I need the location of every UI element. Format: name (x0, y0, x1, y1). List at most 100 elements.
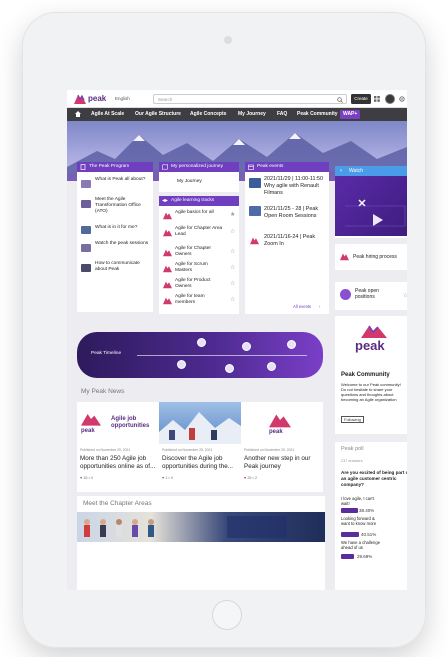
timeline-milestone[interactable] (242, 342, 251, 351)
star-outline-icon[interactable]: ☆ (230, 249, 235, 255)
peak-mark-icon (163, 281, 172, 289)
star-outline-icon[interactable]: ☆ (230, 297, 235, 303)
timeline-milestone[interactable] (225, 364, 234, 373)
star-outline-icon[interactable]: ☆ (230, 229, 235, 235)
community-logo-text: peak (355, 338, 385, 353)
news-card-2[interactable]: Published on November 25, 2021 Discover … (159, 402, 241, 492)
star-outline-icon[interactable]: ☆ (403, 293, 407, 299)
camera-dot (224, 36, 232, 44)
news-3-logo-text: peak (269, 429, 283, 435)
peak-program-header: The Peak Program (77, 162, 153, 172)
peak-program-panel: The Peak Program What is Peak all about?… (77, 162, 153, 312)
news-1-logo-text: peak (81, 428, 95, 434)
language-selector[interactable]: English (115, 96, 130, 101)
program-item-1[interactable]: What is Peak all about? (95, 177, 151, 183)
news-card-1[interactable]: peak Agile job opportunities Published o… (77, 402, 159, 492)
open-positions-link[interactable]: Peak open positions (355, 288, 399, 300)
poll-question: Are you excited of being part of an agil… (341, 470, 407, 487)
nav-item-agile-at-scale[interactable]: Agile At Scale (91, 111, 124, 117)
event-thumb-icon (249, 178, 261, 188)
news-3-title[interactable]: Another new step in our Peak journey (244, 455, 322, 470)
wap-badge[interactable]: WAP+ (340, 110, 361, 119)
journey-title: My personalized journey (171, 164, 223, 169)
gear-icon[interactable] (399, 96, 405, 102)
home-button[interactable] (212, 600, 242, 630)
video-player[interactable] (335, 176, 407, 236)
timeline-milestone[interactable] (197, 338, 206, 347)
star-outline-icon[interactable]: ☆ (230, 281, 235, 287)
poll-option-2[interactable]: Looking forward & want to know more (341, 516, 381, 526)
event-item-3[interactable]: 2021/11/16-24 | Peak Zoom In (264, 234, 327, 248)
community-description: Welcome to our Peak community! Do not he… (341, 382, 401, 402)
program-thumb-icon (81, 226, 91, 234)
program-thumb-icon (81, 244, 91, 252)
news-1-tagline: Agile job opportunities (111, 416, 150, 429)
track-item-1[interactable]: Agile basics for all (175, 210, 225, 216)
peak-logo-icon[interactable] (74, 93, 86, 105)
graduation-icon (162, 199, 168, 202)
chapter-areas-image[interactable] (77, 512, 325, 542)
nav-item-agile-concepts[interactable]: Agile Concepts (190, 111, 226, 117)
nav-item-faq[interactable]: FAQ (277, 111, 287, 117)
chevron-right-icon[interactable]: › (319, 304, 320, 310)
peak-mark-icon (163, 297, 172, 305)
poll-card: Peak poll 237 answers Are you excited of… (335, 442, 407, 590)
learning-tracks-panel: Agile learning tracks Agile basics for a… (159, 196, 239, 314)
play-icon (373, 214, 383, 226)
program-item-5[interactable]: How to communicate about Peak (95, 261, 151, 273)
program-item-2[interactable]: Meet the Agile Transformation Office (AT… (95, 197, 151, 215)
open-positions-card[interactable]: Peak open positions ☆ (335, 282, 407, 310)
search-icon[interactable] (337, 96, 343, 103)
track-item-3[interactable]: Agile for Chapter Owners (175, 246, 225, 258)
home-icon[interactable] (75, 111, 81, 117)
news-1-title[interactable]: More than 250 Agile job opportunities on… (80, 455, 158, 470)
hiring-link[interactable]: Peak hiring process (353, 254, 397, 260)
event-item-2[interactable]: 2021/11/25 - 28 | Peak Open Room Session… (264, 206, 327, 220)
chapter-areas-panel: Meet the Chapter Areas (77, 496, 325, 590)
watch-title: Watch (349, 168, 363, 174)
track-item-2[interactable]: Agile for Chapter Area Lead (175, 226, 225, 238)
community-title: Peak Community (341, 372, 390, 378)
program-item-3[interactable]: What is in it for me? (95, 225, 151, 231)
poll-bar-1 (341, 508, 358, 513)
event-item-1[interactable]: 2021/11/29 | 11:00-11:50 Why agile with … (264, 176, 327, 197)
watch-header: › Watch (335, 166, 407, 176)
timeline-milestone[interactable] (287, 340, 296, 349)
hiring-card[interactable]: Peak hiring process (335, 244, 407, 270)
my-journey-link[interactable]: My Journey (177, 179, 202, 185)
timeline-milestone[interactable] (267, 362, 276, 371)
nav-item-agile-structure[interactable]: Our Agile Structure (135, 111, 181, 117)
track-item-6[interactable]: Agile for team members (175, 294, 225, 306)
poll-pct-3: 29.69% (357, 554, 373, 559)
news-2-title[interactable]: Discover the Agile job opportunities dur… (162, 455, 240, 470)
grid-icon[interactable] (374, 96, 380, 102)
user-avatar[interactable] (385, 94, 395, 104)
star-outline-icon[interactable]: ☆ (230, 265, 235, 271)
screen: peak English Search Create Agile At Scal… (67, 90, 407, 590)
calendar-icon (248, 164, 254, 170)
nav-item-my-journey[interactable]: My Journey (238, 111, 266, 117)
track-item-5[interactable]: Agile for Product Owners (175, 278, 225, 290)
logo-text[interactable]: peak (88, 94, 106, 103)
following-button[interactable]: Following (341, 416, 364, 423)
poll-option-3[interactable]: We have a challenge ahead of us (341, 540, 381, 550)
track-item-4[interactable]: Agile for Scrum Masters (175, 262, 225, 274)
timeline-line (137, 355, 307, 356)
poll-title: Peak poll (341, 446, 364, 452)
nav-item-peak-community[interactable]: Peak Community (297, 111, 338, 117)
journey-header: My personalized journey (159, 162, 239, 172)
search-input[interactable]: Search (153, 94, 347, 104)
create-button[interactable]: Create (351, 94, 371, 104)
top-bar: peak English Search Create (67, 90, 407, 108)
peak-mark-icon (269, 414, 291, 428)
poll-option-1[interactable]: I love agile, I can't wait! (341, 496, 375, 506)
timeline-label: Peak Timeline (91, 351, 122, 356)
star-icon[interactable]: ★ (230, 212, 235, 218)
timeline-milestone[interactable] (177, 360, 186, 369)
all-events-link[interactable]: All events (293, 304, 311, 310)
program-item-4[interactable]: Watch the peak sessions (95, 241, 151, 247)
news-card-3[interactable]: peak Published on November 25, 2021 Anot… (241, 402, 323, 492)
main-nav: Agile At Scale Our Agile Structure Agile… (67, 108, 407, 121)
poll-pct-1: 38.40% (359, 508, 375, 513)
peak-timeline[interactable]: Peak Timeline (77, 332, 323, 378)
